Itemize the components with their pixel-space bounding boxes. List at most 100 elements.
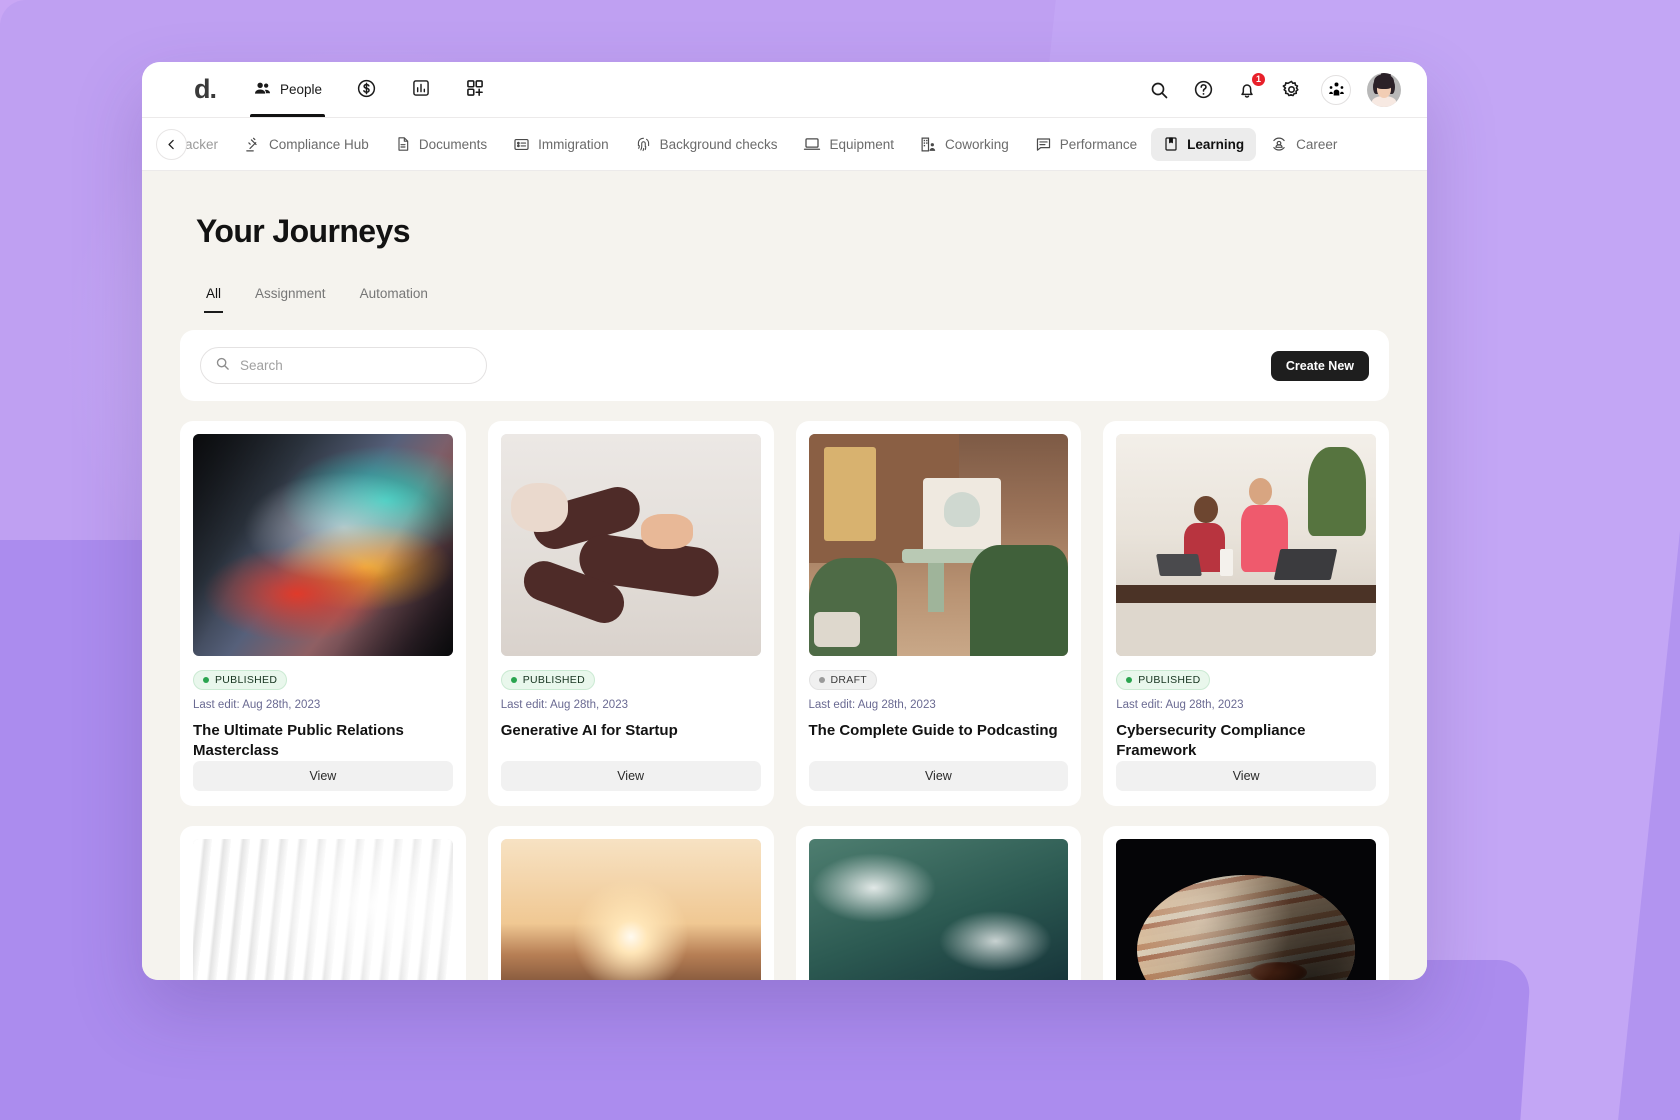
status-badge: PUBLISHED: [1116, 670, 1210, 690]
filter-tabs: All Assignment Automation: [194, 282, 1389, 313]
journey-title: Cybersecurity Compliance Framework: [1116, 721, 1376, 761]
journey-last-edit: Last edit: Aug 28th, 2023: [501, 699, 761, 711]
status-badge-label: PUBLISHED: [1138, 674, 1200, 686]
subnav-label: Career: [1296, 137, 1337, 152]
user-avatar[interactable]: [1367, 73, 1401, 107]
subnav-label: Learning: [1187, 137, 1244, 152]
status-badge: PUBLISHED: [193, 670, 287, 690]
subnav-label: Coworking: [945, 137, 1009, 152]
thumbnail-art: [193, 434, 453, 656]
org-chart-icon[interactable]: [1321, 75, 1351, 105]
search-field-wrapper[interactable]: [200, 347, 487, 384]
nav-item-reports[interactable]: [394, 62, 448, 117]
subnav-item-background-checks[interactable]: Background checks: [623, 128, 790, 161]
search-icon[interactable]: [1145, 76, 1173, 104]
page-title: Your Journeys: [196, 213, 1389, 250]
view-button[interactable]: View: [1116, 761, 1376, 791]
subnav-label: Equipment: [829, 137, 894, 152]
thumbnail-art: [1116, 839, 1376, 980]
journey-card-thumbnail: [1116, 434, 1376, 656]
subnav-item-equipment[interactable]: Equipment: [791, 128, 906, 161]
document-icon: [395, 136, 411, 152]
journey-card[interactable]: DRAFT Last edit: Aug 28th, 2023 The Comple…: [796, 421, 1082, 806]
app-window: d. People: [142, 62, 1427, 980]
backdrop-shape-bottom: [328, 960, 1531, 1120]
nav-item-finance[interactable]: [339, 62, 394, 117]
journey-card[interactable]: PUBLISHEDLast edit: Aug 28th, 2023The Ul…: [180, 421, 466, 806]
view-button[interactable]: View: [809, 761, 1069, 791]
subnav-label: Compliance Hub: [269, 137, 369, 152]
journey-title: The Ultimate Public Relations Masterclas…: [193, 721, 453, 761]
nav-scroll-back-button[interactable]: [156, 129, 187, 160]
thumbnail-art: [1116, 434, 1376, 656]
journey-card-grid: PUBLISHED Last edit: Aug 28th, 2023 The Ul…: [180, 421, 1389, 806]
journey-card-thumbnail: [501, 839, 761, 980]
journey-card-thumbnail: [193, 839, 453, 980]
subnav-item-performance[interactable]: Performance: [1023, 128, 1149, 161]
help-circle-icon[interactable]: [1189, 76, 1217, 104]
thumbnail-art: [501, 434, 761, 656]
top-bar-actions: 1: [1145, 73, 1401, 107]
people-icon: [253, 79, 272, 101]
career-person-icon: [1270, 135, 1288, 153]
journey-title: The Complete Guide to Podcasting: [809, 721, 1069, 761]
status-badge-label: PUBLISHED: [523, 674, 585, 686]
bar-chart-icon: [411, 78, 431, 101]
subnav-label: Immigration: [538, 137, 609, 152]
apps-grid-plus-icon: [465, 78, 485, 101]
gavel-icon: [244, 136, 261, 153]
notification-count-badge: 1: [1251, 72, 1266, 87]
subnav-item-learning[interactable]: Learning: [1151, 128, 1256, 161]
subnav-item-coworking[interactable]: Coworking: [908, 128, 1021, 161]
nav-item-people-label: People: [280, 82, 322, 97]
subnav-item-compliance-hub[interactable]: Compliance Hub: [232, 128, 381, 161]
toolbar-panel: Create New: [180, 330, 1389, 401]
journey-card-grid-row2: [180, 826, 1389, 980]
settings-gear-icon[interactable]: [1277, 76, 1305, 104]
view-button[interactable]: View: [501, 761, 761, 791]
brand-logo[interactable]: d.: [194, 76, 216, 103]
status-dot-icon: [819, 677, 825, 683]
status-dot-icon: [511, 677, 517, 683]
subnav-item-immigration[interactable]: Immigration: [501, 128, 621, 161]
journey-card-thumbnail: [809, 839, 1069, 980]
status-dot-icon: [1126, 677, 1132, 683]
status-dot-icon: [203, 677, 209, 683]
journey-card[interactable]: [796, 826, 1082, 980]
thumbnail-art: [501, 839, 761, 980]
subnav-item-career[interactable]: Career: [1258, 128, 1349, 161]
journey-card[interactable]: [488, 826, 774, 980]
journey-last-edit: Last edit: Aug 28th, 2023: [809, 699, 1069, 711]
id-card-icon: [513, 136, 530, 153]
chat-lines-icon: [1035, 136, 1052, 153]
status-badge: PUBLISHED: [501, 670, 595, 690]
tab-assignment[interactable]: Assignment: [243, 282, 338, 313]
page-content: Your Journeys All Assignment Automation …: [142, 171, 1427, 980]
create-new-button[interactable]: Create New: [1271, 351, 1369, 381]
tab-automation[interactable]: Automation: [348, 282, 440, 313]
notifications-bell-icon[interactable]: 1: [1233, 76, 1261, 104]
journey-card[interactable]: PUBLISHED Last edit: Aug 28th, 2023 Cybers…: [1103, 421, 1389, 806]
nav-item-people[interactable]: People: [236, 62, 339, 117]
secondary-nav: acker Compliance Hub Documents: [142, 118, 1427, 171]
journey-card-thumbnail: [193, 434, 453, 656]
subnav-item-tracker-truncated[interactable]: acker: [183, 128, 230, 161]
journey-card-thumbnail: [501, 434, 761, 656]
status-badge-label: DRAFT: [831, 674, 868, 686]
building-person-icon: [920, 136, 937, 153]
journey-last-edit: Last edit: Aug 28th, 2023: [1116, 699, 1376, 711]
journey-card[interactable]: PUBLISHED Last edit: Aug 28th, 2023 Genera…: [488, 421, 774, 806]
book-bookmark-icon: [1163, 136, 1179, 152]
subnav-item-documents[interactable]: Documents: [383, 128, 499, 161]
subnav-label: Performance: [1060, 137, 1137, 152]
nav-item-apps[interactable]: [448, 62, 502, 117]
journey-card-thumbnail: [1116, 839, 1376, 980]
fingerprint-icon: [635, 136, 652, 153]
tab-all[interactable]: All: [194, 282, 233, 313]
subnav-label: Documents: [419, 137, 487, 152]
journey-title: Generative AI for Startup: [501, 721, 761, 761]
journey-card[interactable]: [180, 826, 466, 980]
view-button[interactable]: View: [193, 761, 453, 791]
search-input[interactable]: [240, 358, 472, 373]
journey-card[interactable]: [1103, 826, 1389, 980]
